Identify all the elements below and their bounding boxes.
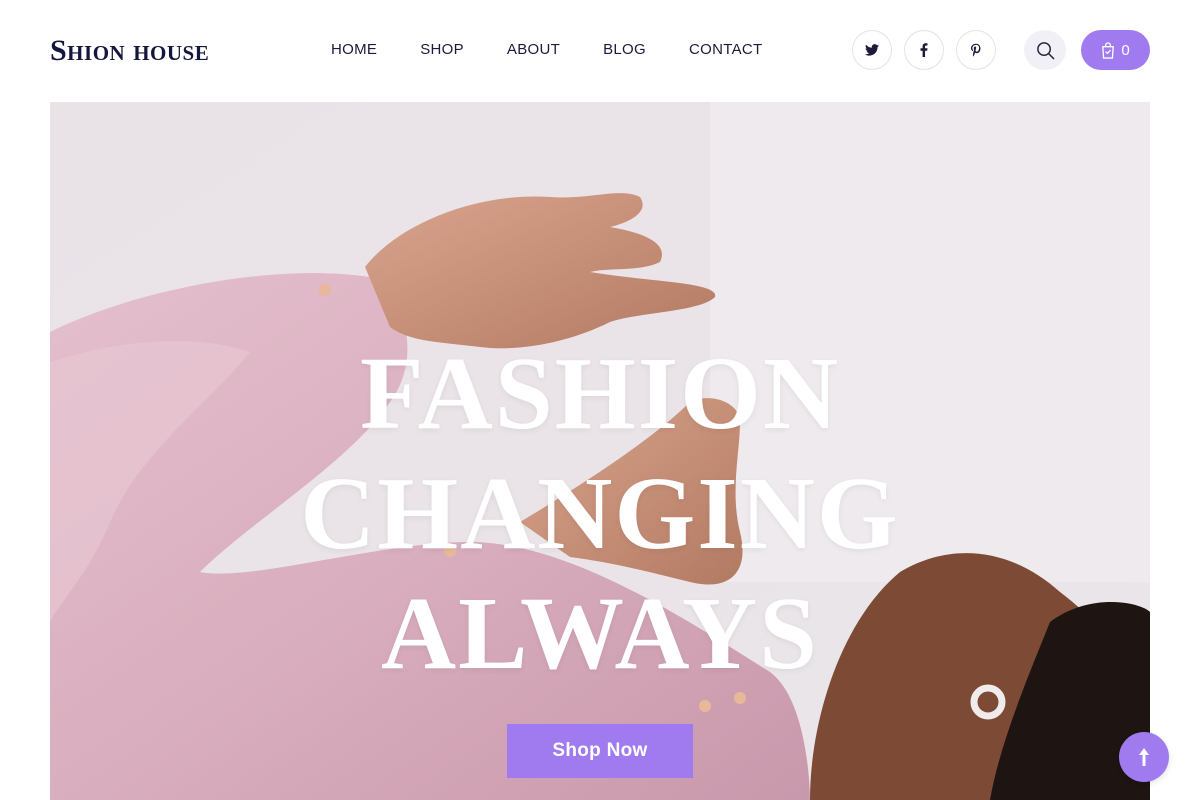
arrow-up-icon (1139, 748, 1149, 766)
search-button[interactable] (1024, 30, 1066, 70)
main-nav: HOME SHOP ABOUT BLOG CONTACT (331, 40, 805, 60)
hero-title-line-3: ALWAYS (381, 576, 819, 691)
twitter-button[interactable] (852, 30, 892, 70)
facebook-icon (920, 43, 928, 57)
hero-title-line-1: FASHION (359, 336, 841, 451)
shopping-bag-icon (1102, 41, 1115, 59)
hero-title: FASHION CHANGING ALWAYS (50, 334, 1150, 694)
hero-title-line-2: CHANGING (300, 456, 900, 571)
nav-item-about[interactable]: ABOUT (507, 40, 560, 60)
cart-button[interactable]: 0 (1081, 30, 1150, 70)
search-icon (1036, 41, 1054, 59)
cart-count: 0 (1121, 41, 1130, 59)
hero-banner: FASHION CHANGING ALWAYS Shop Now (50, 102, 1150, 800)
nav-item-blog[interactable]: BLOG (603, 40, 646, 60)
site-header: Shion house HOME SHOP ABOUT BLOG CONTACT… (0, 0, 1200, 100)
pinterest-button[interactable] (956, 30, 996, 70)
twitter-icon (865, 44, 879, 56)
scroll-to-top-button[interactable] (1119, 732, 1169, 782)
nav-item-home[interactable]: HOME (331, 40, 377, 60)
shop-now-button[interactable]: Shop Now (507, 724, 693, 778)
facebook-button[interactable] (904, 30, 944, 70)
site-logo[interactable]: Shion house (50, 33, 209, 69)
nav-item-shop[interactable]: SHOP (420, 40, 464, 60)
nav-item-contact[interactable]: CONTACT (689, 40, 762, 60)
pinterest-icon (971, 43, 981, 57)
